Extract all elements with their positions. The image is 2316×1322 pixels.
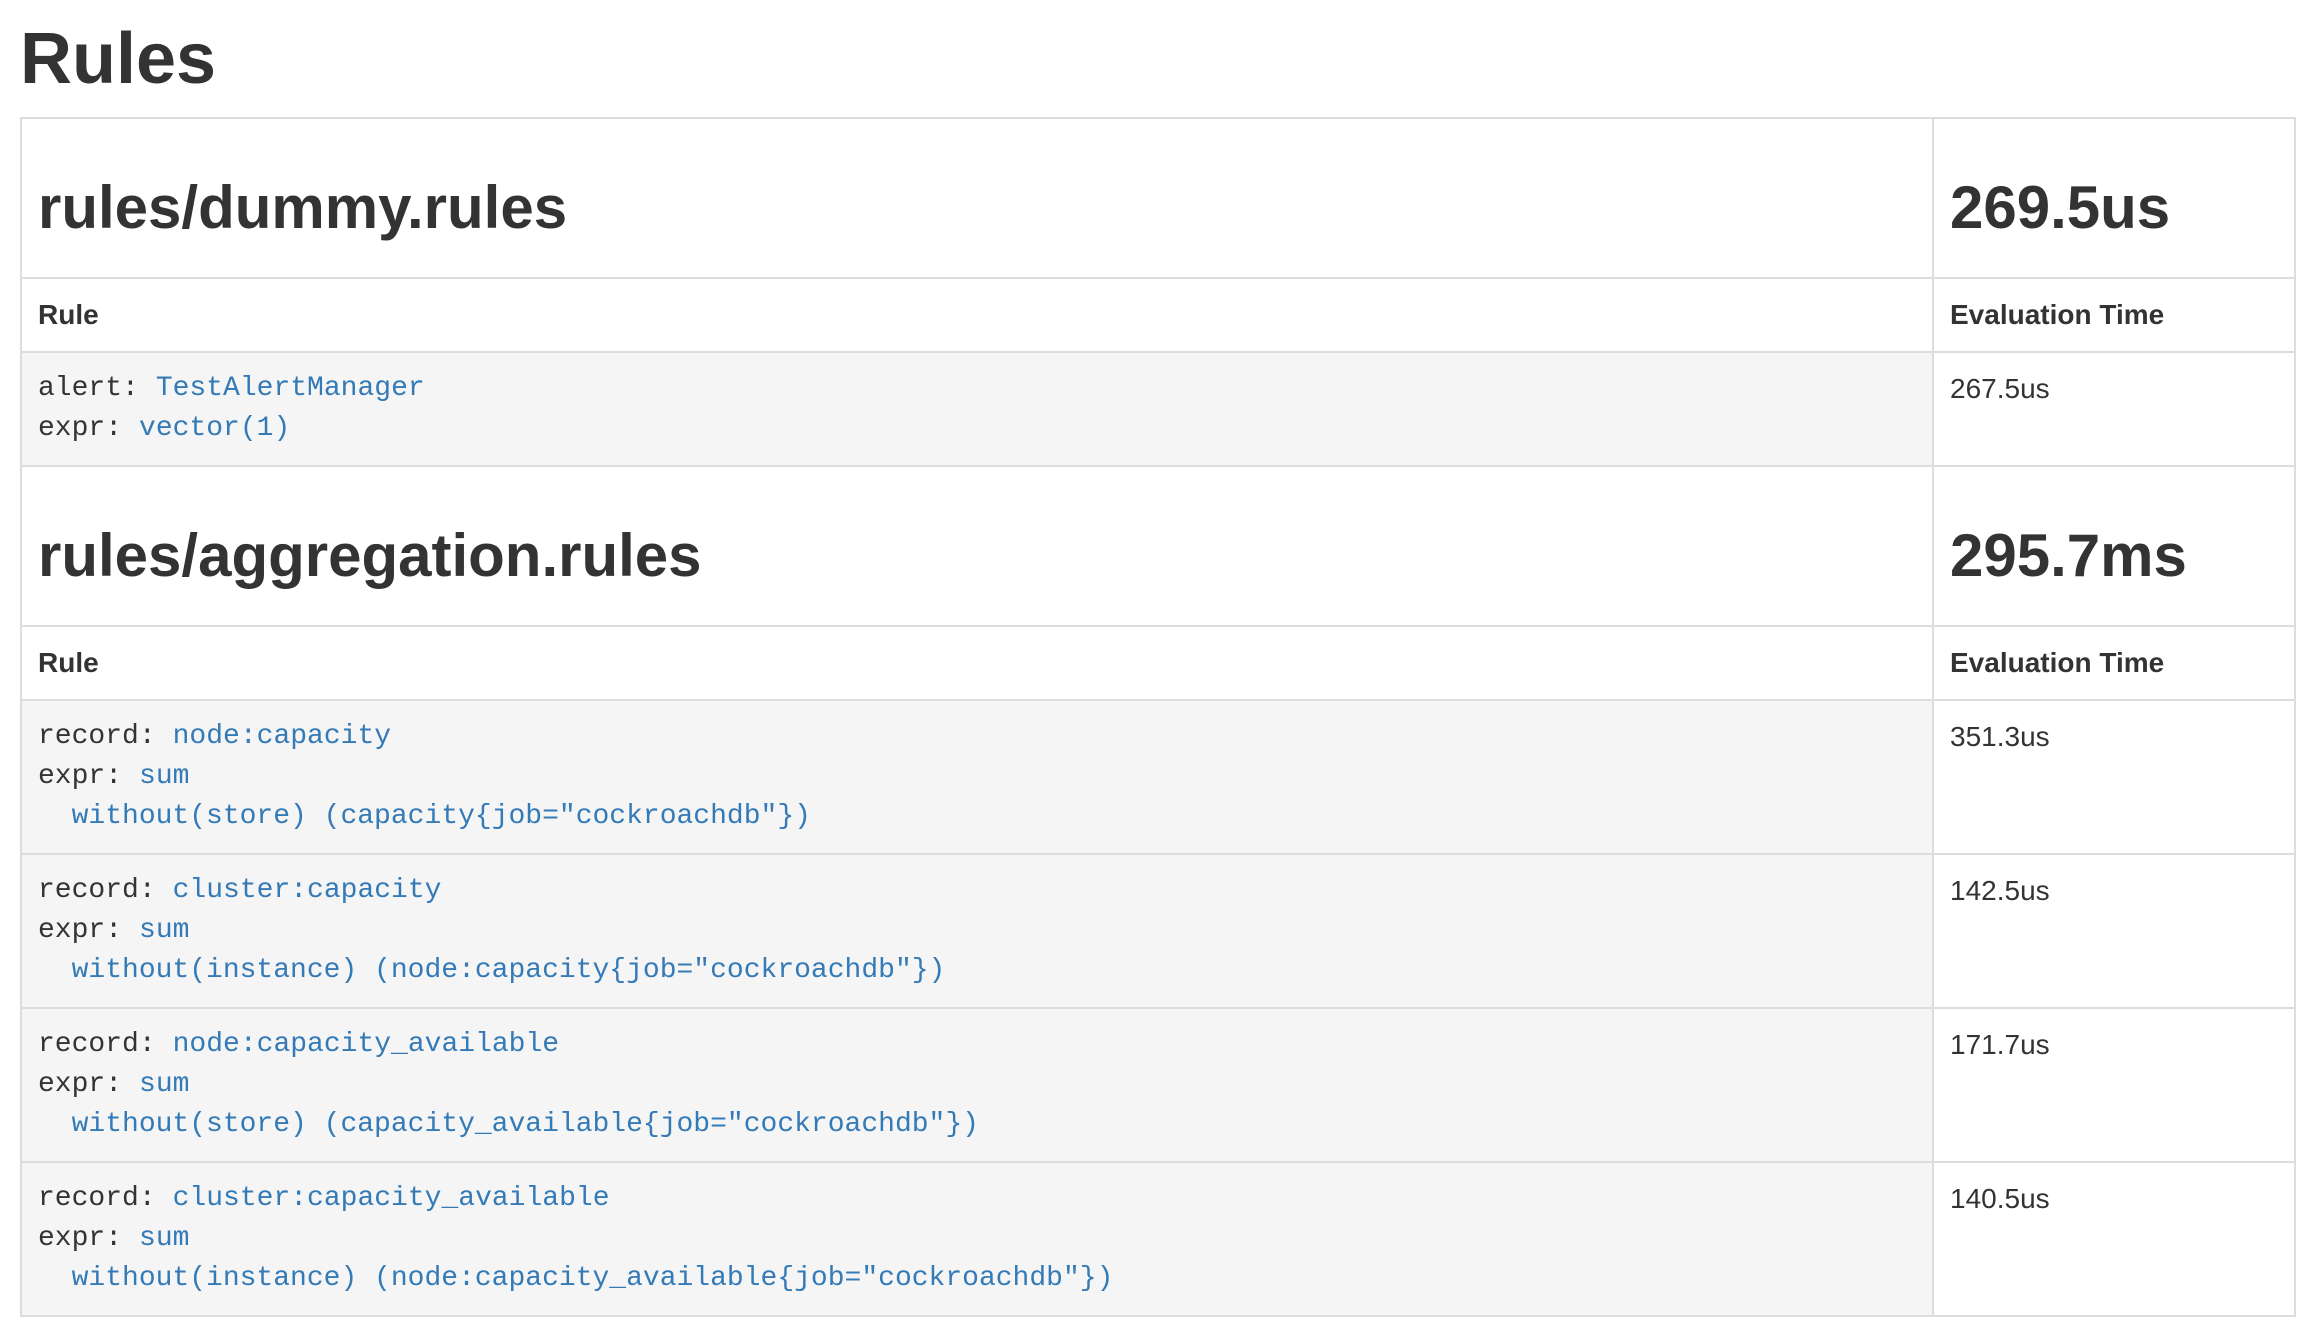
rule-definition-cell: record: cluster:capacity_available expr: su… bbox=[21, 1162, 1933, 1316]
eval-time-column-header: Evaluation Time bbox=[1950, 299, 2164, 330]
rule-field-label: expr: bbox=[38, 915, 122, 946]
rule-group-header-row: rules/aggregation.rules 295.7ms bbox=[21, 466, 2295, 626]
rule-definition-cell: record: node:capacity_available expr: sum w… bbox=[21, 1008, 1933, 1162]
rule-field-label: expr: bbox=[38, 413, 122, 444]
page-container: Rules rules/dummy.rules 269.5us Rule Eva… bbox=[0, 20, 2316, 1317]
rule-row: alert: TestAlertManager expr: vector(1) 267… bbox=[21, 352, 2295, 466]
rule-column-header: Rule bbox=[38, 299, 99, 330]
rule-field-label: expr: bbox=[38, 1069, 122, 1100]
rule-code-line: expr: sum bbox=[38, 1065, 1916, 1105]
rule-group-header-row: rules/dummy.rules 269.5us bbox=[21, 118, 2295, 278]
column-header-row: Rule Evaluation Time bbox=[21, 278, 2295, 352]
rule-group-eval-time-cell: 269.5us bbox=[1933, 118, 2295, 278]
rule-field-label: expr: bbox=[38, 761, 122, 792]
rule-code-line: expr: sum bbox=[38, 757, 1916, 797]
rule-code-line: expr: sum bbox=[38, 911, 1916, 951]
rule-definition-cell: record: cluster:capacity expr: sum without(… bbox=[21, 854, 1933, 1008]
rule-expression-link[interactable]: without(store) (capacity_available{job="… bbox=[38, 1109, 979, 1140]
rule-group-eval-time-cell: 295.7ms bbox=[1933, 466, 2295, 626]
rule-group-file: rules/dummy.rules bbox=[38, 175, 1916, 241]
rule-definition-cell: record: node:capacity expr: sum without(sto… bbox=[21, 700, 1933, 854]
rule-row: record: cluster:capacity_available expr: su… bbox=[21, 1162, 2295, 1316]
rule-expression-link[interactable]: without(instance) (node:capacity{job="co… bbox=[38, 955, 945, 986]
rule-expression-link[interactable]: sum bbox=[139, 761, 189, 792]
rule-eval-time: 267.5us bbox=[1933, 352, 2295, 466]
rule-expression-link[interactable]: vector(1) bbox=[139, 413, 290, 444]
rule-eval-time: 142.5us bbox=[1933, 854, 2295, 1008]
rule-field-label: expr: bbox=[38, 1223, 122, 1254]
rule-code-line: without(instance) (node:capacity_availab… bbox=[38, 1259, 1916, 1299]
rule-expression-link[interactable]: without(store) (capacity{job="cockroachd… bbox=[38, 801, 811, 832]
rule-code-line: without(instance) (node:capacity{job="co… bbox=[38, 951, 1916, 991]
rule-code-line: record: node:capacity bbox=[38, 717, 1916, 757]
rule-expression-link[interactable]: sum bbox=[139, 915, 189, 946]
rule-code-line: without(store) (capacity_available{job="… bbox=[38, 1105, 1916, 1145]
rule-field-label: record: bbox=[38, 1183, 156, 1214]
rule-expression-link[interactable]: cluster:capacity bbox=[173, 875, 442, 906]
rule-field-label: record: bbox=[38, 1029, 156, 1060]
rule-expression-link[interactable]: sum bbox=[139, 1223, 189, 1254]
rule-code-line: alert: TestAlertManager bbox=[38, 369, 1916, 409]
rule-group-eval-time: 295.7ms bbox=[1950, 523, 2278, 589]
rule-row: record: node:capacity_available expr: sum w… bbox=[21, 1008, 2295, 1162]
rule-eval-time: 171.7us bbox=[1933, 1008, 2295, 1162]
rule-field-label: record: bbox=[38, 875, 156, 906]
rule-expression-link[interactable]: without(instance) (node:capacity_availab… bbox=[38, 1263, 1113, 1294]
rule-column-header: Rule bbox=[38, 647, 99, 678]
rule-field-label: alert: bbox=[38, 373, 139, 404]
rule-definition-cell: alert: TestAlertManager expr: vector(1) bbox=[21, 352, 1933, 466]
rule-expression-link[interactable]: node:capacity_available bbox=[173, 1029, 559, 1060]
rule-expression-link[interactable]: node:capacity bbox=[173, 721, 391, 752]
rule-group-file: rules/aggregation.rules bbox=[38, 523, 1916, 589]
rule-group-file-cell: rules/aggregation.rules bbox=[21, 466, 1933, 626]
rule-row: record: node:capacity expr: sum without(sto… bbox=[21, 700, 2295, 854]
rule-expression-link[interactable]: cluster:capacity_available bbox=[173, 1183, 610, 1214]
page-title: Rules bbox=[20, 20, 2296, 99]
rule-eval-time: 140.5us bbox=[1933, 1162, 2295, 1316]
rule-code-line: record: cluster:capacity bbox=[38, 871, 1916, 911]
rule-group-file-cell: rules/dummy.rules bbox=[21, 118, 1933, 278]
column-header-row: Rule Evaluation Time bbox=[21, 626, 2295, 700]
rule-group-eval-time: 269.5us bbox=[1950, 175, 2278, 241]
rule-code-line: expr: sum bbox=[38, 1219, 1916, 1259]
rule-eval-time: 351.3us bbox=[1933, 700, 2295, 854]
rule-expression-link[interactable]: TestAlertManager bbox=[156, 373, 425, 404]
rules-table: rules/dummy.rules 269.5us Rule Evaluatio… bbox=[20, 117, 2296, 1317]
eval-time-column-header: Evaluation Time bbox=[1950, 647, 2164, 678]
rule-field-label: record: bbox=[38, 721, 156, 752]
rule-expression-link[interactable]: sum bbox=[139, 1069, 189, 1100]
rule-code-line: record: cluster:capacity_available bbox=[38, 1179, 1916, 1219]
rule-code-line: record: node:capacity_available bbox=[38, 1025, 1916, 1065]
rule-code-line: without(store) (capacity{job="cockroachd… bbox=[38, 797, 1916, 837]
rule-code-line: expr: vector(1) bbox=[38, 409, 1916, 449]
rule-row: record: cluster:capacity expr: sum without(… bbox=[21, 854, 2295, 1008]
